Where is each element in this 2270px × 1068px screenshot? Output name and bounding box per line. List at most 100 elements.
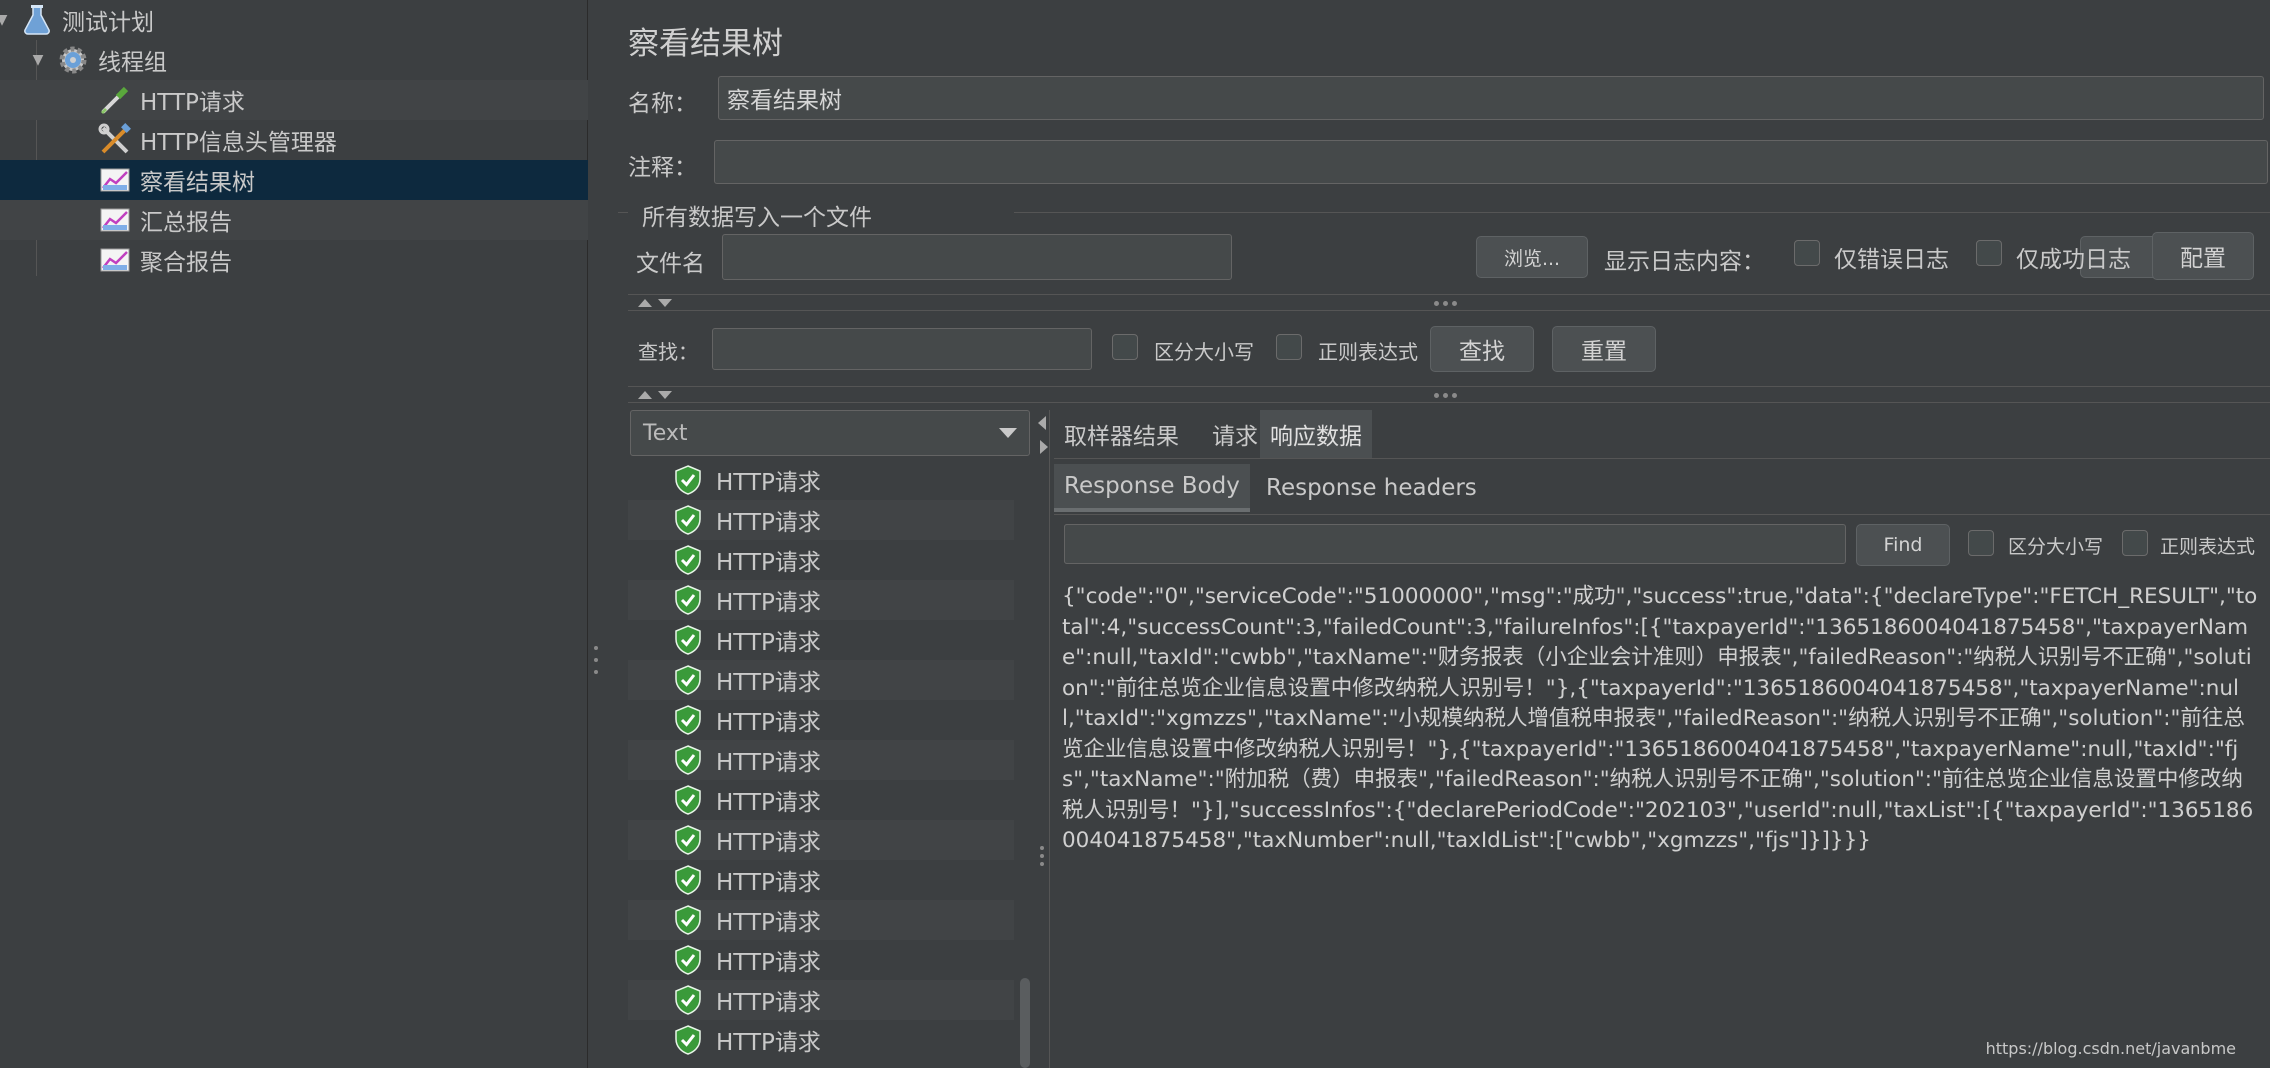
- pipette-icon: [98, 83, 132, 117]
- split-divider: [628, 386, 2270, 387]
- sample-result-item[interactable]: HTTP请求: [628, 580, 1014, 620]
- success-only-checkbox[interactable]: [1976, 240, 2002, 266]
- sample-result-item[interactable]: HTTP请求: [628, 780, 1014, 820]
- tree-item-view-results-tree[interactable]: 察看结果树: [0, 160, 588, 200]
- sample-result-item[interactable]: HTTP请求: [628, 940, 1014, 980]
- scrollbar-thumb[interactable]: [1020, 978, 1030, 1068]
- panel-title: 察看结果树: [628, 26, 783, 62]
- tab-response-data[interactable]: 响应数据: [1260, 410, 1372, 458]
- sample-result-label: HTTP请求: [716, 550, 821, 576]
- tree-item-summary-report[interactable]: 汇总报告: [0, 200, 588, 240]
- case-sensitive-label: 区分大小写: [1154, 340, 1254, 364]
- tree-item-label: 察看结果树: [140, 170, 255, 196]
- split-divider: [628, 294, 2270, 295]
- success-shield-icon: [675, 985, 701, 1015]
- renderer-select-value: Text: [643, 420, 688, 446]
- vertical-splitter[interactable]: [1036, 410, 1050, 1068]
- chart-icon: [98, 243, 132, 277]
- wrench-icon: [98, 123, 132, 157]
- reset-button[interactable]: 重置: [1552, 326, 1656, 372]
- response-case-sensitive-label: 区分大小写: [2008, 536, 2104, 558]
- sample-result-item[interactable]: HTTP请求: [628, 540, 1014, 580]
- list-scrollbar[interactable]: [1018, 460, 1030, 1068]
- collapse-arrow-icon[interactable]: ▼: [0, 12, 10, 28]
- sample-result-item[interactable]: HTTP请求: [628, 1020, 1014, 1060]
- split-collapse-controls[interactable]: [638, 296, 672, 310]
- split-divider: [628, 310, 2270, 311]
- sample-result-label: HTTP请求: [716, 670, 821, 696]
- tree-item-label: 聚合报告: [140, 250, 232, 276]
- case-sensitive-checkbox[interactable]: [1112, 334, 1138, 360]
- splitter-grip[interactable]: [1040, 846, 1044, 866]
- configure-button[interactable]: 配置: [2152, 232, 2254, 280]
- regex-checkbox[interactable]: [1276, 334, 1302, 360]
- sample-result-list: HTTP请求 HTTP请求 HTTP请求 HTTP请求 HTTP请求 HTTP请求 HTTP…: [628, 460, 1014, 1068]
- tab-request[interactable]: 请求: [1202, 410, 1268, 458]
- split-collapse-controls[interactable]: [638, 388, 672, 402]
- response-search-input[interactable]: [1064, 524, 1846, 564]
- search-label: 查找：: [638, 340, 698, 364]
- sample-result-label: HTTP请求: [716, 830, 821, 856]
- sample-result-item[interactable]: HTTP请求: [628, 460, 1014, 500]
- sample-result-label: HTTP请求: [716, 710, 821, 736]
- errors-only-checkbox[interactable]: [1794, 240, 1820, 266]
- tab-sampler-result[interactable]: 取样器结果: [1054, 410, 1189, 458]
- success-shield-icon: [675, 705, 701, 735]
- response-find-button[interactable]: Find: [1856, 524, 1950, 566]
- tab-response-body[interactable]: Response Body: [1054, 464, 1250, 512]
- split-divider: [628, 402, 2270, 403]
- response-regex-label: 正则表达式: [2160, 536, 2256, 558]
- comment-field[interactable]: [714, 140, 2268, 184]
- success-shield-icon: [675, 785, 701, 815]
- tree-item-http-request[interactable]: HTTP请求: [0, 80, 588, 120]
- splitter-grip[interactable]: [592, 646, 600, 674]
- filename-field[interactable]: [722, 234, 1232, 280]
- sample-result-item[interactable]: HTTP请求: [628, 980, 1014, 1020]
- sample-result-item[interactable]: HTTP请求: [628, 500, 1014, 540]
- expand-up-icon[interactable]: [638, 391, 652, 399]
- tree-item-aggregate-report[interactable]: 聚合报告: [0, 240, 588, 280]
- response-body-text[interactable]: {"code":"0","serviceCode":"51000000","ms…: [1062, 582, 2262, 857]
- tree-item-test-plan[interactable]: ▼ 测试计划: [0, 0, 588, 40]
- tab-response-headers[interactable]: Response headers: [1256, 464, 1487, 512]
- split-grip[interactable]: [1434, 296, 1457, 310]
- find-button[interactable]: 查找: [1430, 326, 1534, 372]
- tree-item-thread-group[interactable]: ▼ 线程组: [0, 40, 588, 80]
- response-regex-checkbox[interactable]: [2122, 530, 2148, 556]
- errors-only-label: 仅错误日志: [1834, 247, 1949, 273]
- sample-result-item[interactable]: HTTP请求: [628, 740, 1014, 780]
- response-case-sensitive-checkbox[interactable]: [1968, 530, 1994, 556]
- name-field[interactable]: 察看结果树: [718, 76, 2264, 120]
- renderer-select[interactable]: Text: [630, 410, 1030, 456]
- collapse-left-icon[interactable]: [1038, 416, 1046, 430]
- sample-result-item[interactable]: HTTP请求: [628, 660, 1014, 700]
- expand-up-icon[interactable]: [638, 299, 652, 307]
- test-plan-tree: ▼ 测试计划 ▼ 线程组 HTTP请求 HTTP信息头管理器 察看结果树 汇总报…: [0, 0, 588, 1068]
- search-input[interactable]: [712, 328, 1092, 370]
- collapse-arrow-icon[interactable]: ▼: [30, 52, 46, 68]
- sample-result-label: HTTP请求: [716, 590, 821, 616]
- sample-result-item[interactable]: HTTP请求: [628, 700, 1014, 740]
- expand-down-icon[interactable]: [658, 391, 672, 399]
- expand-down-icon[interactable]: [658, 299, 672, 307]
- regex-label: 正则表达式: [1318, 340, 1418, 364]
- success-shield-icon: [675, 1025, 701, 1055]
- success-shield-icon: [675, 585, 701, 615]
- sample-result-label: HTTP请求: [716, 630, 821, 656]
- browse-button[interactable]: 浏览...: [1476, 236, 1588, 278]
- file-group-title: 所有数据写入一个文件: [642, 205, 872, 231]
- sample-result-item[interactable]: HTTP请求: [628, 620, 1014, 660]
- collapse-right-icon[interactable]: [1040, 440, 1048, 454]
- success-shield-icon: [675, 665, 701, 695]
- tree-item-label: HTTP信息头管理器: [140, 130, 337, 156]
- split-grip[interactable]: [1434, 388, 1457, 402]
- tree-item-header-manager[interactable]: HTTP信息头管理器: [0, 120, 588, 160]
- sample-result-label: HTTP请求: [716, 750, 821, 776]
- success-shield-icon: [675, 505, 701, 535]
- sample-result-item[interactable]: HTTP请求: [628, 900, 1014, 940]
- success-shield-icon: [675, 825, 701, 855]
- tree-item-label: HTTP请求: [140, 90, 245, 116]
- sample-result-item[interactable]: HTTP请求: [628, 860, 1014, 900]
- tree-item-label: 汇总报告: [140, 210, 232, 236]
- sample-result-item[interactable]: HTTP请求: [628, 820, 1014, 860]
